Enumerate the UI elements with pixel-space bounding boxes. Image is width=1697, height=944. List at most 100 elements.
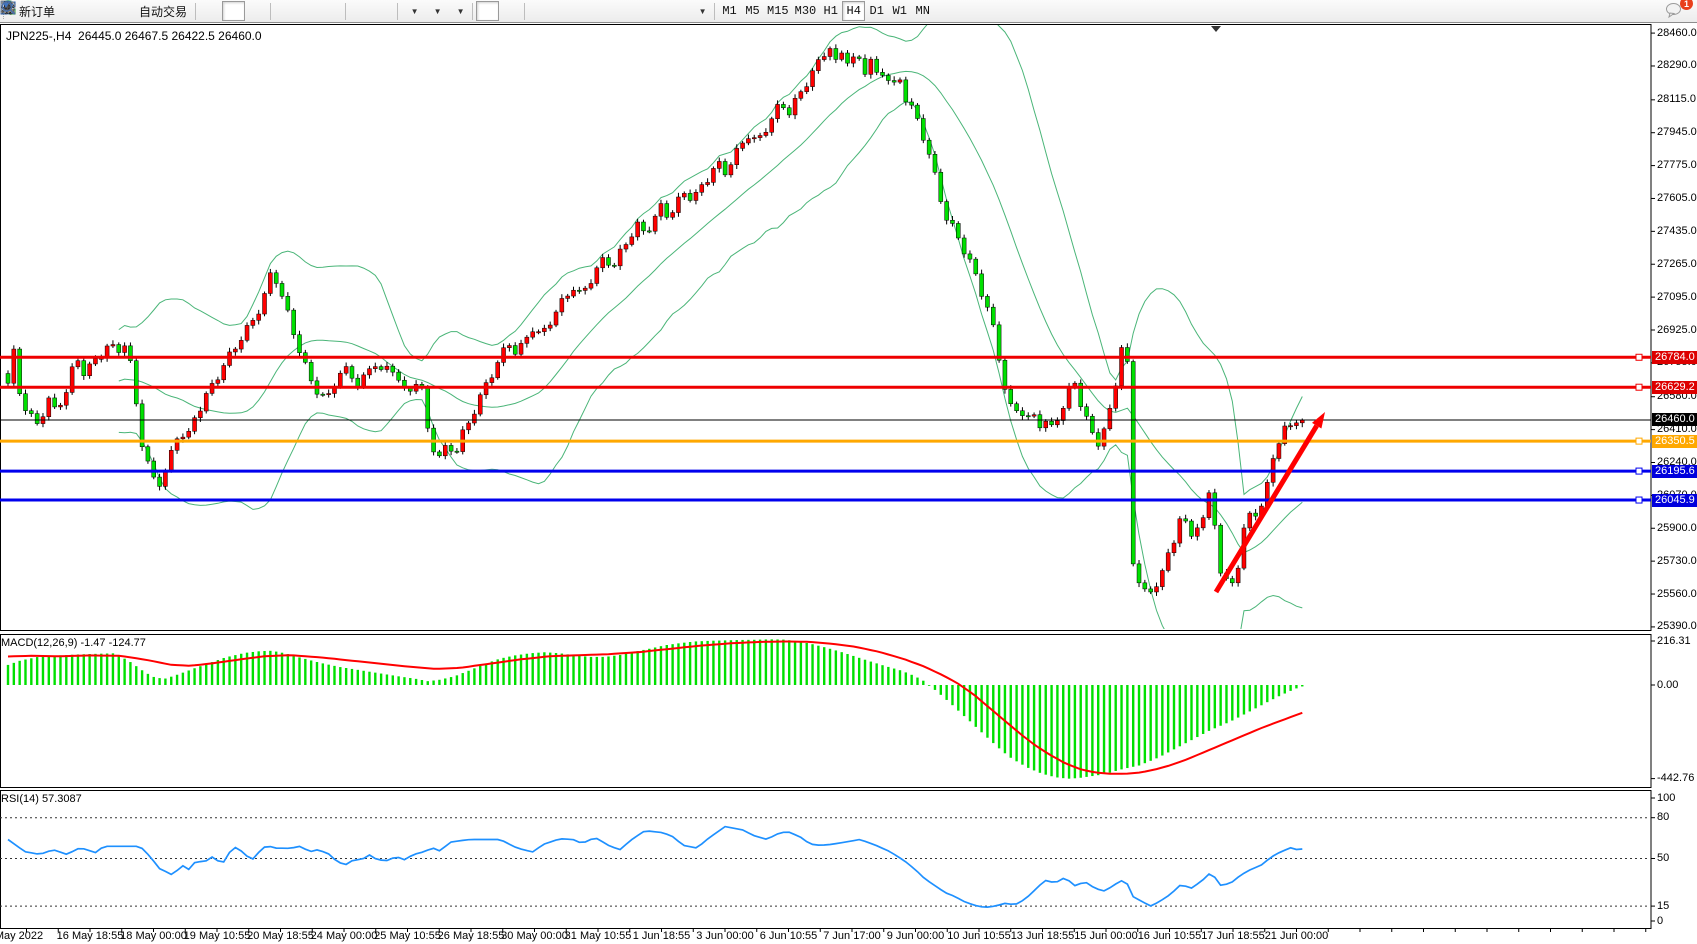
line-handle[interactable] — [1636, 438, 1642, 444]
macd-histogram-bar — [1231, 685, 1233, 721]
macd-histogram-bar — [1039, 685, 1041, 773]
macd-histogram-bar — [899, 670, 901, 685]
macd-histogram-bar — [712, 641, 714, 685]
macd-histogram-bar — [887, 667, 889, 685]
candle-body — [863, 59, 867, 75]
candle-body — [1155, 587, 1159, 592]
candle-body — [367, 369, 371, 375]
candle-body — [729, 165, 733, 175]
line-handle[interactable] — [1636, 468, 1642, 474]
candle-body — [1207, 493, 1211, 518]
macd-histogram-bar — [450, 677, 452, 685]
candle-body — [1195, 528, 1199, 536]
candle-body — [1248, 513, 1252, 528]
price-line-tag: 26195.6 — [1652, 465, 1697, 478]
candle-body — [134, 361, 138, 404]
chart-canvas[interactable] — [0, 0, 1697, 944]
candle-body — [309, 362, 313, 381]
candle-body — [1219, 525, 1223, 573]
candle-body — [35, 414, 39, 424]
macd-histogram-bar — [1144, 685, 1146, 763]
macd-histogram-bar — [1155, 685, 1157, 758]
candle-body — [1149, 589, 1153, 592]
candle-body — [606, 258, 610, 266]
candle-body — [1044, 421, 1048, 428]
candle-body — [1172, 543, 1176, 553]
mt4-window: 新订单 自动交易 — [0, 0, 1697, 944]
candle-body — [1294, 423, 1298, 426]
price-tick-label: 27435.0 — [1657, 225, 1697, 237]
candle-body — [980, 274, 984, 297]
macd-histogram-bar — [695, 641, 697, 685]
macd-histogram-bar — [782, 640, 784, 685]
price-tick-label: 27095.0 — [1657, 291, 1697, 303]
macd-histogram-bar — [945, 685, 947, 700]
indicator-tick-label: 100 — [1657, 792, 1697, 804]
bollinger-middle-band — [119, 71, 1303, 552]
candle-body — [268, 273, 272, 294]
candle-body — [245, 325, 249, 340]
macd-histogram-bar — [281, 653, 283, 685]
candle-body — [700, 185, 704, 193]
candle-body — [455, 451, 459, 452]
candle-body — [338, 373, 342, 386]
candle-body — [1289, 426, 1293, 427]
candle-body — [1160, 570, 1164, 586]
macd-pane — [7, 639, 1304, 778]
macd-histogram-bar — [1080, 685, 1082, 778]
macd-histogram-bar — [333, 666, 335, 685]
candle-body — [641, 222, 645, 231]
candle-body — [618, 249, 622, 266]
macd-histogram-bar — [362, 671, 364, 685]
candle-body — [181, 437, 185, 439]
candle-body — [1020, 411, 1024, 416]
line-handle[interactable] — [1636, 497, 1642, 503]
macd-histogram-bar — [1225, 685, 1227, 723]
candle-body — [117, 345, 121, 353]
macd-histogram-bar — [292, 656, 294, 685]
macd-histogram-bar — [42, 656, 44, 685]
macd-histogram-bar — [1126, 685, 1128, 768]
candle-body — [29, 411, 33, 414]
line-handle[interactable] — [1636, 384, 1642, 390]
time-tick-label: 30 May 00:00 — [501, 930, 568, 942]
candle-body — [496, 362, 500, 377]
macd-histogram-bar — [421, 680, 423, 685]
candle-body — [653, 216, 657, 231]
candle-body — [933, 154, 937, 172]
candle-body — [198, 411, 202, 418]
macd-histogram-bar — [147, 674, 149, 685]
line-handle[interactable] — [1636, 354, 1642, 360]
candle-body — [659, 204, 663, 217]
candle-body — [12, 349, 16, 383]
trend-arrow[interactable] — [1216, 426, 1317, 592]
macd-histogram-bar — [689, 642, 691, 685]
candle-body — [711, 168, 715, 182]
candle-body — [1137, 564, 1141, 583]
candle-body — [146, 447, 150, 461]
candle-body — [816, 60, 820, 71]
candle-body — [875, 59, 879, 72]
candle-body — [811, 71, 815, 87]
candle-body — [950, 220, 954, 223]
macd-histogram-bar — [1179, 685, 1181, 746]
macd-histogram-bar — [182, 673, 184, 685]
macd-histogram-bar — [1161, 685, 1163, 756]
chart-shift-marker[interactable] — [1211, 26, 1221, 32]
price-tick-label: 25390.0 — [1657, 620, 1697, 632]
macd-histogram-bar — [491, 661, 493, 685]
candle-body — [548, 325, 552, 328]
macd-histogram-bar — [467, 671, 469, 685]
candle-body — [1108, 408, 1112, 429]
price-tick-label: 27605.0 — [1657, 192, 1697, 204]
price-line-tag: 26460.0 — [1652, 413, 1697, 426]
macd-histogram-bar — [1202, 685, 1204, 734]
macd-histogram-bar — [590, 657, 592, 685]
macd-histogram-bar — [415, 679, 417, 685]
candle-body — [857, 57, 861, 59]
macd-histogram-bar — [870, 662, 872, 685]
macd-histogram-bar — [1243, 685, 1245, 715]
macd-histogram-bar — [1196, 685, 1198, 737]
candle-body — [764, 132, 768, 135]
candle-body — [321, 394, 325, 395]
